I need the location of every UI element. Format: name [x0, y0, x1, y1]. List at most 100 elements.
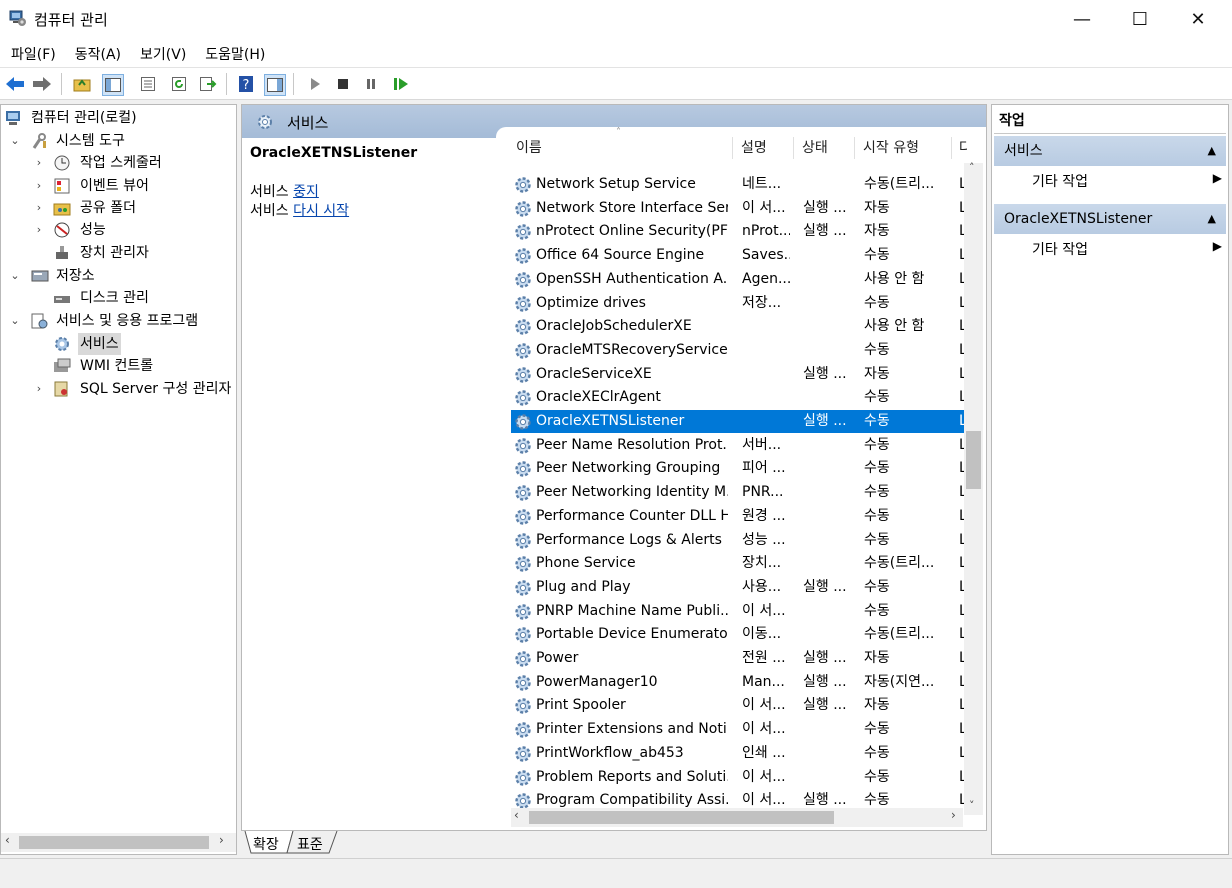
service-row[interactable]: Performance Logs & Alerts 성능 ... 수동 L — [511, 529, 969, 552]
service-row[interactable]: Plug and Play 사용... 실행 ... 수동 L — [511, 576, 969, 599]
stop-service-icon[interactable] — [333, 74, 353, 94]
scroll-thumb[interactable] — [966, 431, 981, 489]
service-startup-type: 수동 — [864, 460, 890, 477]
column-header-startup-type[interactable]: 시작 유형 — [863, 137, 919, 159]
export-list-icon[interactable] — [198, 74, 218, 94]
service-row[interactable]: Optimize drives 저장... 수동 L — [511, 292, 969, 315]
expand-icon[interactable]: › — [33, 175, 45, 197]
collapse-icon[interactable]: ⌄ — [9, 265, 21, 287]
tab-standard[interactable]: 표준 — [297, 834, 323, 854]
service-row[interactable]: Problem Reports and Soluti... 이 서... 수동 L — [511, 766, 969, 789]
scroll-thumb[interactable] — [19, 836, 209, 849]
minimize-button[interactable]: — — [1053, 0, 1111, 38]
pause-service-icon[interactable] — [361, 74, 381, 94]
service-row[interactable]: PrintWorkflow_ab453 인쇄 ... 수동 L — [511, 742, 969, 765]
service-description: 전원 ... — [742, 650, 786, 666]
service-name: Network Setup Service — [536, 176, 696, 192]
service-gear-icon — [513, 602, 533, 622]
column-header-status[interactable]: 상태 — [802, 137, 828, 159]
scroll-left-icon[interactable]: ‹ — [514, 808, 519, 822]
menu-help[interactable]: 도움말(H) — [194, 38, 273, 64]
stop-service-link[interactable]: 중지 — [293, 184, 319, 200]
submenu-arrow-icon: ▶ — [1212, 171, 1222, 185]
collapse-icon[interactable]: ⌄ — [9, 130, 21, 152]
forward-icon[interactable] — [32, 74, 52, 94]
column-header-logon[interactable]: 다 — [959, 137, 967, 159]
maximize-button[interactable]: ☐ — [1111, 0, 1169, 38]
restart-service-icon[interactable] — [391, 74, 411, 94]
action-more-actions-services[interactable]: 기타 작업 ▶ — [1032, 171, 1222, 191]
service-gear-icon — [513, 412, 533, 432]
expand-icon[interactable]: › — [33, 152, 45, 174]
service-gear-icon — [513, 744, 533, 764]
column-header-description[interactable]: 설명 — [741, 137, 767, 159]
service-name: Peer Networking Identity M... — [536, 484, 728, 501]
expand-icon[interactable]: › — [33, 197, 45, 219]
tree-horizontal-scrollbar[interactable]: ‹ › — [1, 833, 236, 852]
service-description: Saves... — [742, 247, 790, 264]
scroll-right-icon[interactable]: › — [219, 833, 224, 847]
service-startup-type: 수동(트리... — [864, 176, 935, 192]
service-row[interactable]: Office 64 Source EngineSaves...수동L — [511, 244, 969, 267]
scroll-thumb[interactable] — [529, 811, 834, 824]
start-service-icon[interactable] — [305, 74, 325, 94]
collapse-up-icon[interactable]: ▲ — [1208, 204, 1216, 234]
menu-file[interactable]: 파일(F) — [0, 38, 64, 64]
properties-icon[interactable] — [138, 74, 158, 94]
expand-icon[interactable]: › — [33, 378, 45, 400]
scroll-right-icon[interactable]: › — [951, 808, 956, 822]
service-description: 네트... — [742, 176, 782, 192]
tab-extended[interactable]: 확장 — [253, 834, 279, 854]
action-more-actions-service[interactable]: 기타 작업 ▶ — [1032, 239, 1222, 259]
service-row[interactable]: Printer Extensions and Noti... 이 서... 수동 L — [511, 718, 969, 741]
shared-folder-icon — [53, 203, 71, 216]
service-row[interactable]: OpenSSH Authentication A... Agen... 사용 안 함… — [511, 268, 969, 291]
close-button[interactable]: ✕ — [1169, 0, 1227, 38]
service-name: Portable Device Enumerator... — [536, 626, 728, 643]
scroll-down-icon[interactable]: ˅ — [969, 799, 975, 812]
column-header-name[interactable]: 이름 — [516, 137, 542, 159]
service-row[interactable]: OracleServiceXE 실행 ... 자동 L — [511, 363, 969, 386]
service-row[interactable]: PNRP Machine Name Publi... 이 서... 수동 L — [511, 600, 969, 623]
service-row[interactable]: Performance Counter DLL H... 원경 ... 수동 L — [511, 505, 969, 528]
expand-icon[interactable]: › — [33, 219, 45, 241]
show-hide-tree-icon[interactable] — [102, 74, 124, 96]
service-gear-icon — [513, 459, 533, 479]
actions-group-services[interactable]: 서비스 ▲ — [994, 136, 1226, 166]
menu-action[interactable]: 동작(A) — [64, 38, 129, 64]
up-folder-icon[interactable] — [72, 74, 92, 94]
service-row[interactable]: Power 전원 ... 실행 ... 자동 L — [511, 647, 969, 670]
list-horizontal-scrollbar[interactable]: ‹ › — [511, 808, 963, 827]
service-row[interactable]: OracleMTSRecoveryService 수동 L — [511, 339, 969, 362]
refresh-icon[interactable] — [169, 74, 189, 94]
restart-service-link[interactable]: 다시 시작 — [293, 203, 349, 219]
service-row[interactable]: nProtect Online Security(PFS) nProt... 실행 … — [511, 220, 969, 243]
wmi-icon — [54, 358, 71, 372]
service-row[interactable]: Network Setup Service 네트... 수동(트리... L — [511, 173, 969, 196]
service-row[interactable]: Print Spooler 이 서... 실행 ... 자동 L — [511, 694, 969, 717]
collapse-icon[interactable]: ⌄ — [9, 310, 21, 332]
actions-group-selected-service[interactable]: OracleXETNSListener ▲ — [994, 204, 1226, 234]
menu-view[interactable]: 보기(V) — [129, 38, 194, 64]
scroll-up-icon[interactable]: ˄ — [969, 161, 975, 174]
service-row[interactable]: PowerManager10 Man... 실행 ... 자동(지연... L — [511, 671, 969, 694]
service-startup-type: 자동 — [864, 223, 890, 240]
service-row[interactable]: Network Store Interface Ser... 이 서... 실행 .… — [511, 197, 969, 220]
service-gear-icon — [513, 199, 533, 219]
service-row[interactable]: Phone Service 장치... 수동(트리... L — [511, 552, 969, 575]
list-vertical-scrollbar[interactable]: ˄ ˅ — [964, 161, 983, 815]
service-startup-type: 수동 — [864, 389, 890, 406]
services-panel: 서비스 OracleXETNSListener 서비스 중지 서비스 다시 시작… — [241, 104, 987, 831]
show-action-pane-icon[interactable] — [264, 74, 286, 96]
service-row[interactable]: OracleXEClrAgent 수동 L — [511, 386, 969, 409]
help-icon[interactable]: ? — [236, 74, 256, 94]
service-row[interactable]: OracleJobSchedulerXE 사용 안 함L — [511, 315, 969, 338]
service-row[interactable]: Portable Device Enumerator... 이동... 수동(트리.… — [511, 623, 969, 646]
service-row[interactable]: Peer Networking Grouping 피어 ... 수동 L — [511, 457, 969, 480]
scroll-left-icon[interactable]: ‹ — [5, 833, 10, 847]
back-icon[interactable] — [5, 74, 25, 94]
service-row[interactable]: Peer Networking Identity M... PNR... 수동 L — [511, 481, 969, 504]
service-row[interactable]: OracleXETNSListener 실행 ... 수동 L — [511, 410, 969, 433]
service-row[interactable]: Peer Name Resolution Prot... 서버... 수동 L — [511, 434, 969, 457]
collapse-up-icon[interactable]: ▲ — [1208, 136, 1216, 166]
